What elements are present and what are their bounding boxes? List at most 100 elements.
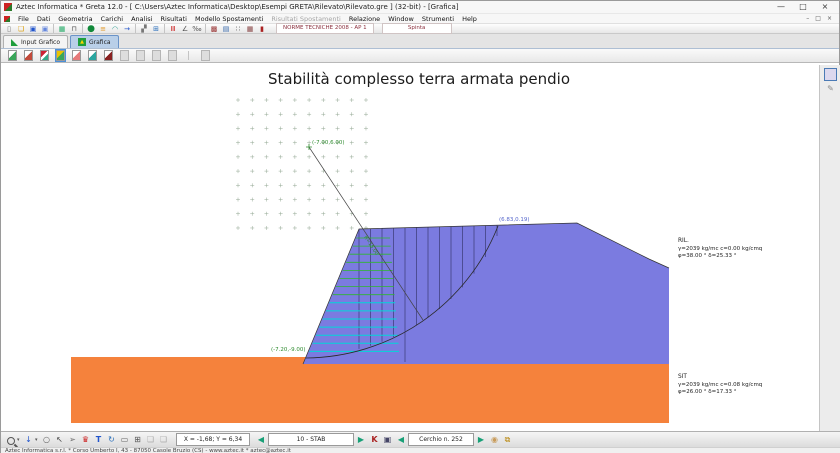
- red-columns-icon[interactable]: Ⅲ: [167, 24, 179, 34]
- menu-risultati[interactable]: Risultati: [156, 15, 191, 23]
- bottom-toolbar: ▾ ↓▾ ○ ↖ ➢ ♛ T ↻ ▭ ⊞ ❏ ❏ X = -1,68; Y = …: [1, 431, 840, 447]
- menu-relazione[interactable]: Relazione: [345, 15, 384, 23]
- app-icon: [4, 3, 12, 11]
- tab-input-grafico-label: Input Grafico: [21, 39, 60, 46]
- ril-name-label: RIL.: [678, 238, 689, 244]
- hatch-grid-3-icon[interactable]: ▦: [244, 24, 256, 34]
- menu-window[interactable]: Window: [384, 15, 418, 23]
- dots-grid-icon[interactable]: ∷: [232, 24, 244, 34]
- wall-section-icon[interactable]: ⊓: [68, 24, 80, 34]
- view-sections-icon[interactable]: [88, 50, 97, 61]
- status-text: Aztec Informatica s.r.l. * Corso Umberto…: [5, 448, 291, 453]
- refresh-icon[interactable]: ↻: [105, 434, 118, 446]
- person-run-icon[interactable]: K: [368, 434, 381, 446]
- crown-icon[interactable]: ♛: [79, 434, 92, 446]
- arc-tool-icon[interactable]: ◠: [109, 24, 121, 34]
- pan-down-icon[interactable]: ↓: [22, 434, 35, 446]
- hatch-grid-1-icon[interactable]: ▩: [208, 24, 220, 34]
- title-bar: Aztec Informatica * Greta 12.0 - [ C:\Us…: [1, 1, 839, 14]
- window-view-icon[interactable]: ▣: [381, 434, 394, 446]
- page-tool-1-icon[interactable]: ❏: [144, 434, 157, 446]
- center-coordinates-label: (-7.00,6.00): [312, 140, 345, 146]
- view-extra-1-icon[interactable]: [120, 50, 129, 61]
- ril-parameters-line2: φ=38.00 ° δ=25.33 °: [678, 253, 737, 259]
- spinta-button[interactable]: Spinta: [382, 23, 452, 34]
- view-extra-3-icon[interactable]: [152, 50, 161, 61]
- export-arrow-icon[interactable]: →: [121, 24, 133, 34]
- pile-tool-icon[interactable]: ▞: [138, 24, 150, 34]
- dart-icon[interactable]: ➢: [66, 434, 79, 446]
- drawing-area[interactable]: Stabilità complesso terra armata pendio …: [1, 65, 819, 431]
- norme-tecniche-button[interactable]: NORME TECNICHE 2008 - AP 1: [276, 23, 374, 34]
- report-book-icon[interactable]: ▮: [256, 24, 268, 34]
- hatch-grid-2-icon[interactable]: ▤: [220, 24, 232, 34]
- verify-grid-icon[interactable]: ⊞: [150, 24, 162, 34]
- angle-tool-icon[interactable]: ∠: [179, 24, 191, 34]
- zoom-detail-icon[interactable]: ✎: [825, 83, 836, 94]
- zoom-icon[interactable]: [7, 437, 15, 445]
- menu-modello-spostamenti[interactable]: Modello Spostamenti: [191, 15, 267, 23]
- view-extra-4-icon[interactable]: [168, 50, 177, 61]
- new-file-icon[interactable]: ▯: [3, 24, 15, 34]
- mdi-close-icon: ×: [827, 15, 832, 22]
- view-pressures-icon[interactable]: [40, 50, 49, 61]
- menu-file[interactable]: File: [14, 15, 33, 23]
- close-button[interactable]: ×: [814, 1, 836, 13]
- mdi-controls[interactable]: –□×: [806, 15, 836, 22]
- menu-geometria[interactable]: Geometria: [54, 15, 96, 23]
- next-circle-arrow[interactable]: ▶: [474, 435, 488, 444]
- grid-points: [236, 98, 368, 230]
- next-phase-arrow[interactable]: ▶: [354, 435, 368, 444]
- sit-name-label: SIT: [678, 374, 687, 380]
- menu-help[interactable]: Help: [458, 15, 481, 23]
- ruler-icon[interactable]: ▭: [118, 434, 131, 446]
- view-loads-icon[interactable]: [24, 50, 33, 61]
- selection-box-icon[interactable]: [824, 68, 837, 81]
- grid-box-icon[interactable]: ⊞: [131, 434, 144, 446]
- view-stability-icon[interactable]: [56, 50, 65, 61]
- percent-edit-icon[interactable]: ‰: [191, 24, 203, 34]
- view-reinforcement-icon[interactable]: [104, 50, 113, 61]
- window-title: Aztec Informatica * Greta 12.0 - [ C:\Us…: [16, 3, 770, 11]
- menu-strumenti[interactable]: Strumenti: [418, 15, 458, 23]
- sit-parameters-line2: φ=26.00 ° δ=17.33 °: [678, 389, 737, 395]
- mdi-restore-icon: □: [815, 15, 821, 22]
- save-file-icon[interactable]: ▣: [27, 24, 39, 34]
- ril-parameters-line1: γ=2039 kg/mc c=0.00 kg/cmq: [678, 246, 762, 252]
- phase-selector[interactable]: 10 - STAB: [268, 433, 354, 446]
- view-extra-5-icon[interactable]: [201, 50, 210, 61]
- status-bar: Aztec Informatica s.r.l. * Corso Umberto…: [1, 447, 840, 453]
- circle-tool-icon[interactable]: ○: [40, 434, 53, 446]
- view-displacements-icon[interactable]: [72, 50, 81, 61]
- strata-layers-icon[interactable]: ≡: [97, 24, 109, 34]
- main-toolbar: ▯ ❏ ▣ ▣ ▦ ⊓ ● ≡ ◠ → ▞ ⊞ Ⅲ ∠ ‰ ▩ ▤ ∷ ▦ ▮ …: [1, 23, 839, 34]
- drawing-canvas[interactable]: (-7.00,6.00) (6.83,0.19) (-7.20,-9.00) R…: [1, 65, 819, 431]
- table-data-icon[interactable]: ▦: [56, 24, 68, 34]
- save-copy-icon[interactable]: ▣: [39, 24, 51, 34]
- maximize-button[interactable]: □: [792, 1, 814, 13]
- minimize-button[interactable]: —: [770, 1, 792, 13]
- hand-icon[interactable]: ◉: [488, 434, 501, 446]
- view-extra-2-icon[interactable]: [136, 50, 145, 61]
- menu-dati[interactable]: Dati: [33, 15, 54, 23]
- menu-analisi[interactable]: Analisi: [127, 15, 156, 23]
- text-tool-icon[interactable]: T: [92, 434, 105, 446]
- select-pointer-icon[interactable]: ↖: [53, 434, 66, 446]
- materials-icon[interactable]: ●: [85, 24, 97, 34]
- tab-grafica[interactable]: ▲ Grafica: [70, 35, 119, 48]
- prev-phase-arrow[interactable]: ◀: [254, 435, 268, 444]
- menu-risultati-spostamenti[interactable]: Risultati Spostamenti: [267, 15, 345, 23]
- base-soil-polygon: [71, 357, 669, 423]
- circle-selector[interactable]: Cerchio n. 252: [408, 433, 474, 446]
- cursor-coordinates: X = -1,68; Y = 6,34: [176, 433, 250, 446]
- pages-icon[interactable]: ⧉: [501, 434, 514, 446]
- tab-grafica-label: Grafica: [89, 39, 111, 46]
- page-tool-2-icon[interactable]: ❏: [157, 434, 170, 446]
- view-toolbar: [1, 49, 839, 63]
- grafica-icon: ▲: [78, 38, 86, 46]
- view-structure-icon[interactable]: [8, 50, 17, 61]
- prev-circle-arrow[interactable]: ◀: [394, 435, 408, 444]
- menu-carichi[interactable]: Carichi: [97, 15, 128, 23]
- open-file-icon[interactable]: ❏: [15, 24, 27, 34]
- tab-input-grafico[interactable]: Input Grafico: [3, 35, 68, 48]
